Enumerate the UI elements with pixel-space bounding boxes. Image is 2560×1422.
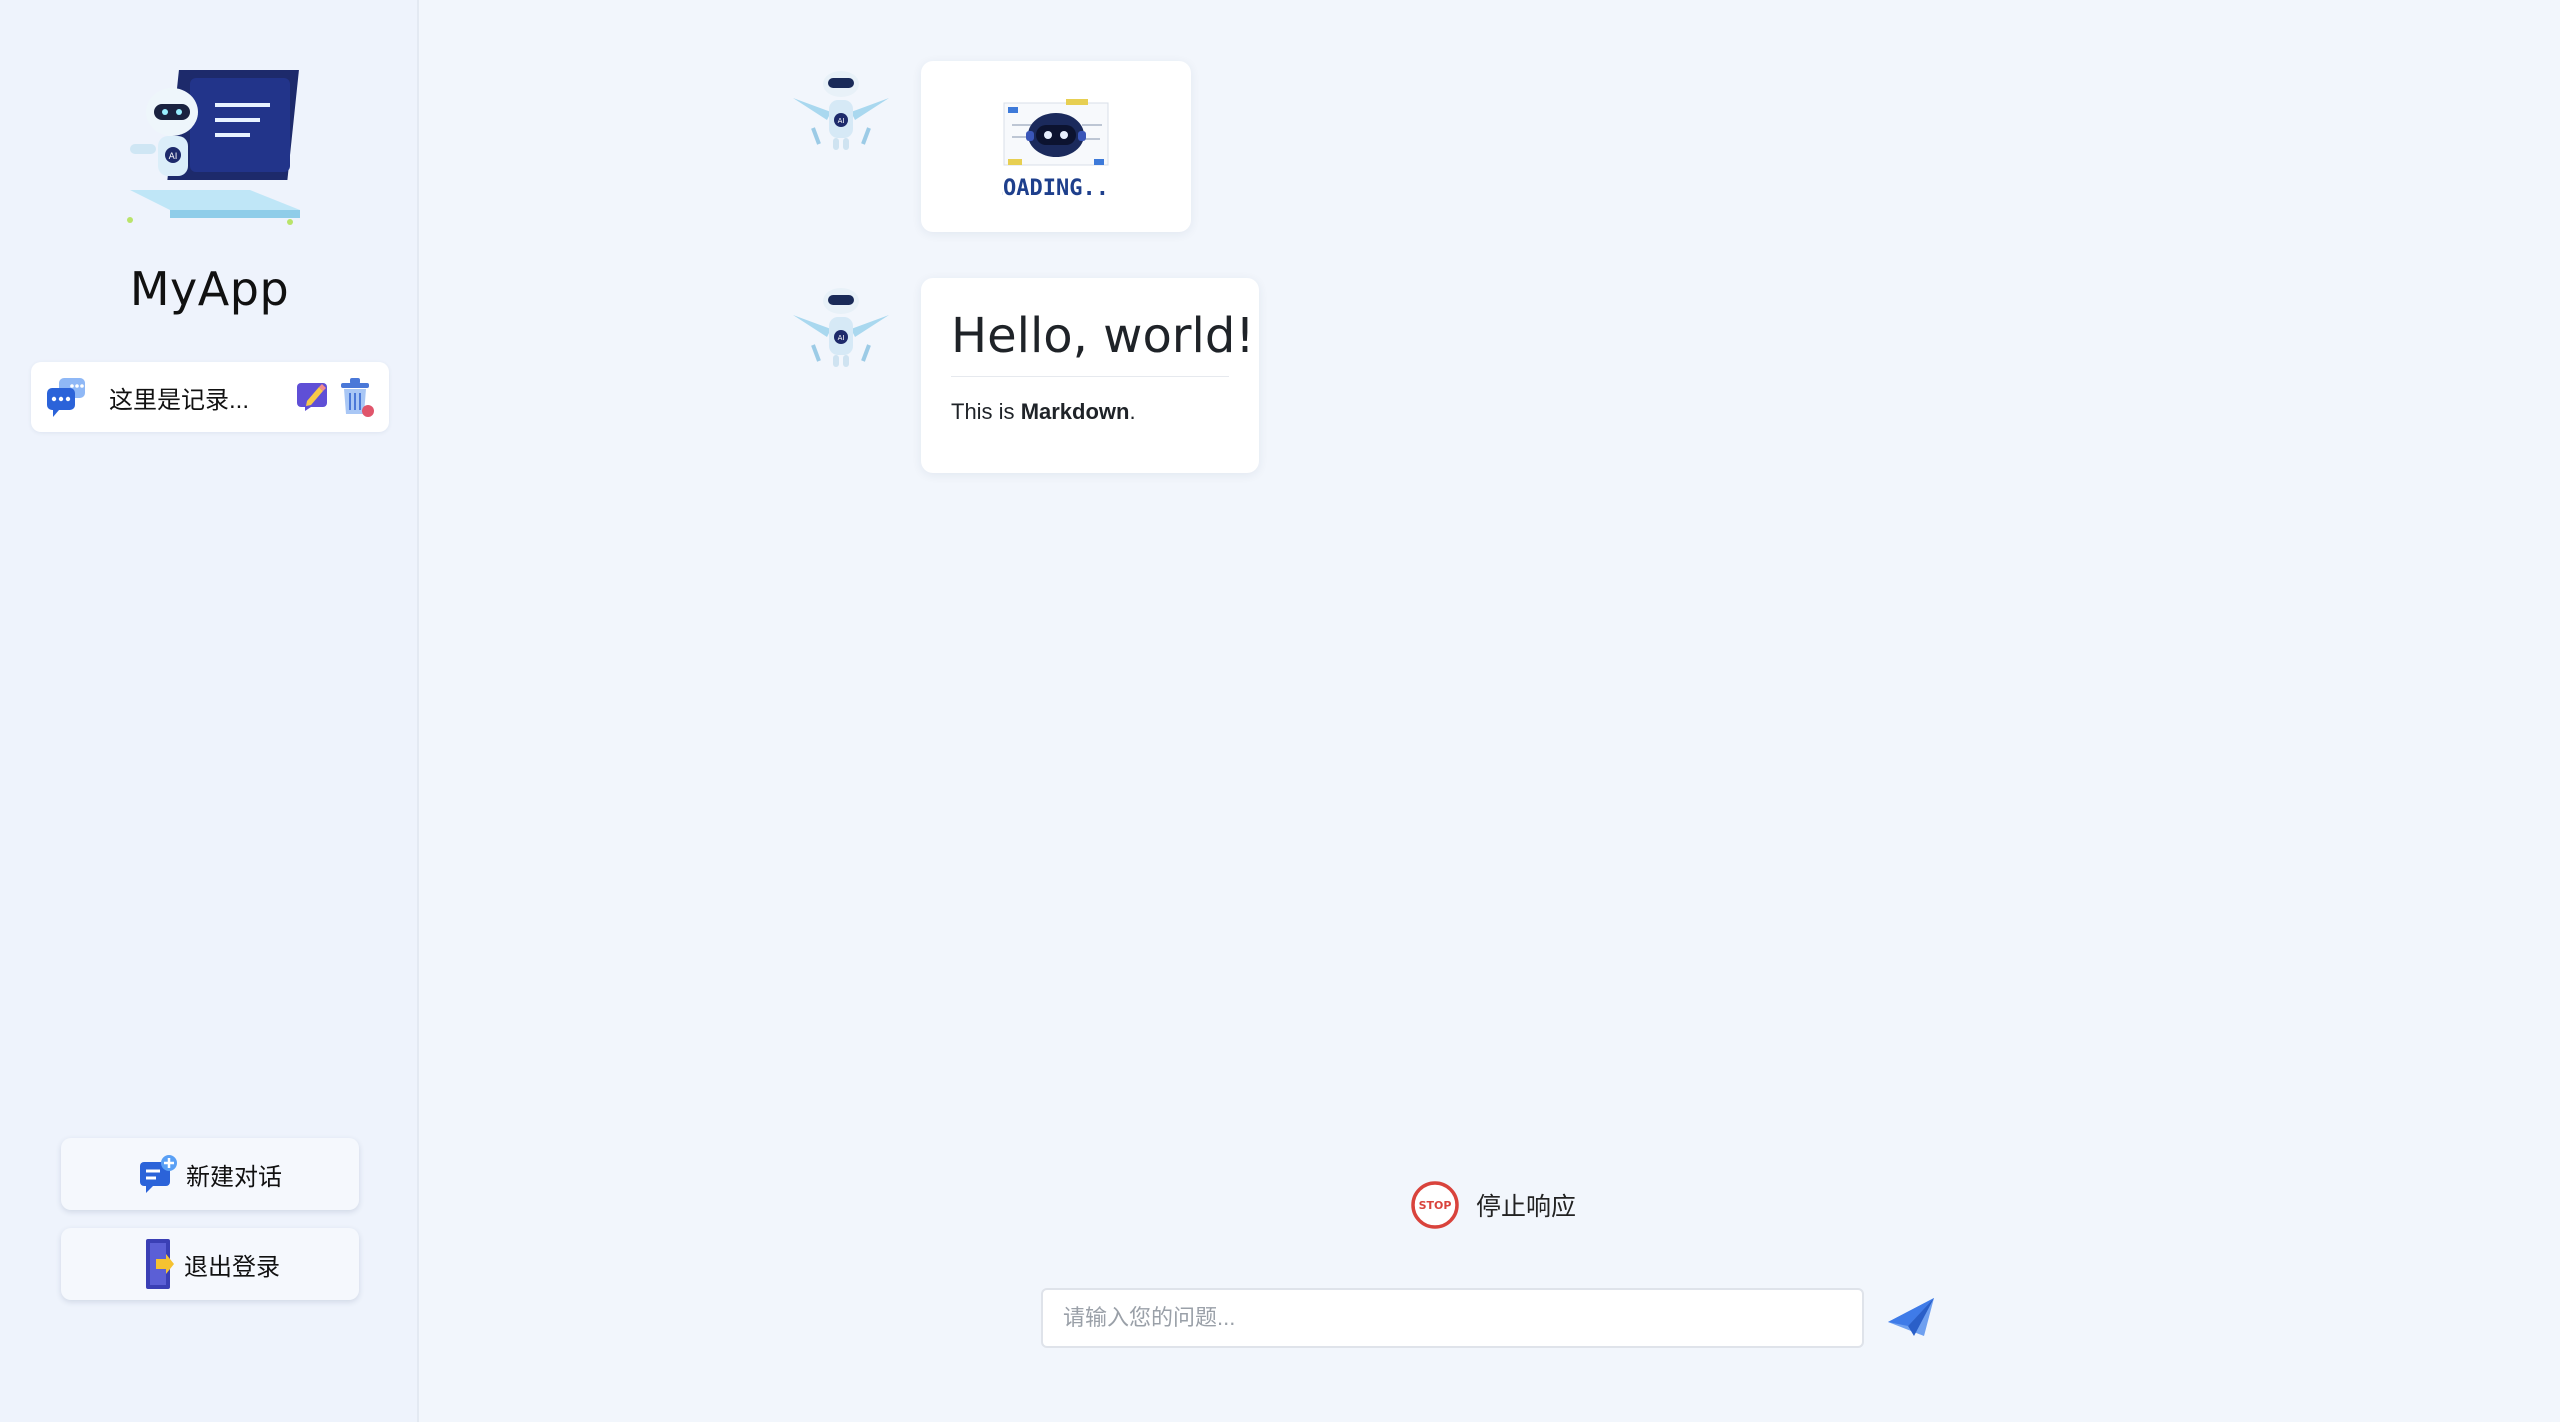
trash-icon[interactable] bbox=[337, 376, 375, 418]
question-input[interactable] bbox=[1041, 1288, 1864, 1348]
stop-icon: STOP bbox=[1411, 1181, 1459, 1229]
stop-response-label: 停止响应 bbox=[1476, 1193, 1577, 1221]
loading-text: LOADING... bbox=[1002, 176, 1110, 201]
chat-main: AI LOADING.. bbox=[420, 0, 2560, 1422]
svg-text:AI: AI bbox=[169, 152, 178, 162]
edit-icon[interactable] bbox=[295, 379, 331, 415]
stop-badge-text: STOP bbox=[1419, 1199, 1452, 1212]
robot-avatar: AI bbox=[793, 288, 889, 367]
loading-robot-image: LOADING... bbox=[1002, 99, 1110, 201]
history-item-label: 这里是记录... bbox=[109, 386, 250, 414]
logout-button[interactable]: 退出登录 bbox=[61, 1228, 359, 1300]
stop-response-button[interactable]: STOP 停止响应 bbox=[1410, 1180, 1576, 1230]
paper-plane-icon[interactable] bbox=[1886, 1296, 1936, 1340]
logout-label: 退出登录 bbox=[184, 1253, 280, 1281]
robot-laptop-logo: AI bbox=[127, 70, 300, 225]
message-text-bold: Markdown bbox=[1020, 399, 1130, 424]
new-chat-icon bbox=[140, 1155, 177, 1193]
message-text-prefix: This is bbox=[951, 399, 1021, 424]
logout-door-icon bbox=[146, 1239, 174, 1289]
robot-avatar: AI bbox=[793, 71, 889, 150]
chat-bubbles-icon bbox=[47, 378, 85, 417]
assistant-message-markdown: Hello, world! This is Markdown. bbox=[921, 278, 1259, 473]
sidebar: AI MyApp 这里是记录... 新建对话 退出登录 bbox=[0, 0, 419, 1422]
message-text-suffix: . bbox=[1129, 399, 1136, 424]
message-paragraph: This is Markdown. bbox=[951, 399, 1229, 425]
assistant-message-loading: LOADING... bbox=[921, 61, 1191, 232]
new-chat-button[interactable]: 新建对话 bbox=[61, 1138, 359, 1210]
message-heading: Hello, world! bbox=[951, 308, 1255, 377]
app-root: AI MyApp 这里是记录... 新建对话 退出登录 AI OADING.. … bbox=[0, 0, 2560, 1422]
new-chat-label: 新建对话 bbox=[186, 1163, 282, 1191]
history-item[interactable]: 这里是记录... bbox=[31, 362, 389, 432]
svg-text:AI: AI bbox=[838, 334, 845, 342]
app-title: MyApp bbox=[129, 262, 290, 316]
svg-text:AI: AI bbox=[838, 117, 845, 125]
